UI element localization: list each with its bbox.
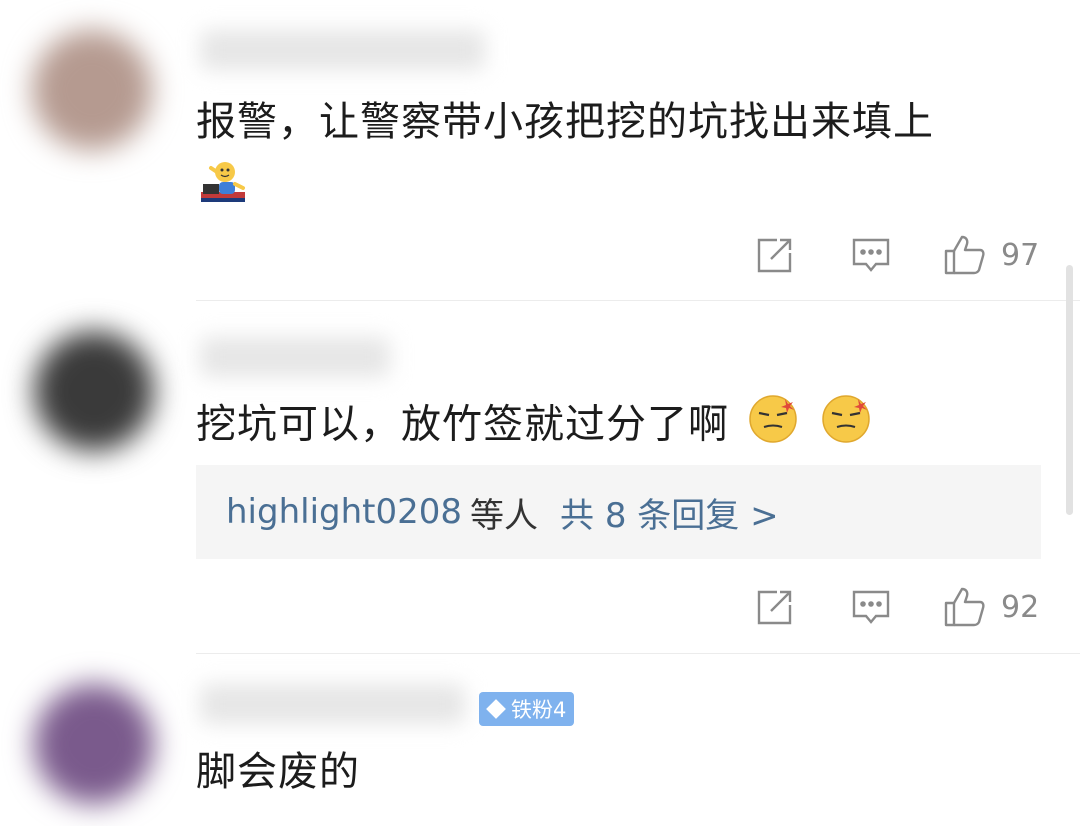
username-blurred[interactable] xyxy=(200,337,390,377)
thumbs-up-icon[interactable] xyxy=(943,585,987,629)
share-icon[interactable] xyxy=(755,587,795,627)
smirk-emoji-icon xyxy=(747,393,799,460)
view-replies-link[interactable]: 共 8 条回复 > xyxy=(560,488,779,537)
like-count: 92 xyxy=(1001,589,1040,625)
scrollbar[interactable] xyxy=(1066,265,1073,515)
smirk-emoji-icon xyxy=(820,393,872,460)
like-count: 97 xyxy=(1001,237,1040,273)
reply-others-label: 等人 xyxy=(470,495,539,536)
avatar[interactable] xyxy=(34,684,154,804)
comment-actions: 92 xyxy=(755,584,1039,630)
reply-username[interactable]: highlight0208 xyxy=(226,492,462,532)
comment-icon[interactable] xyxy=(851,587,891,627)
badge-label: 铁粉4 xyxy=(511,698,567,722)
comment-text: 挖坑可以，放竹签就过分了啊 xyxy=(196,393,872,460)
username-blurred[interactable] xyxy=(200,30,485,70)
comment-item: 挖坑可以，放竹签就过分了啊 highlight0208 等人 共 8 条回复 > xyxy=(0,301,1080,653)
reply-summary[interactable]: highlight0208 等人 共 8 条回复 > xyxy=(196,465,1041,559)
avatar[interactable] xyxy=(32,30,152,150)
comment-text: 报警，让警察带小孩把挖的坑找出来填上 xyxy=(196,99,934,145)
comment-icon[interactable] xyxy=(851,235,891,275)
share-icon[interactable] xyxy=(755,235,795,275)
comment-actions: 97 xyxy=(755,232,1039,278)
avatar[interactable] xyxy=(34,331,154,451)
comment-item: 铁粉4 脚会废的 xyxy=(0,654,1080,826)
username-blurred[interactable] xyxy=(200,684,465,724)
thumbs-up-icon[interactable] xyxy=(943,233,987,277)
comment-item: 报警，让警察带小孩把挖的坑找出来填上 97 xyxy=(0,0,1080,300)
diamond-icon xyxy=(486,699,506,719)
comment-text: 脚会废的 xyxy=(196,749,360,795)
waving-emoji-icon xyxy=(197,158,251,208)
fan-level-badge[interactable]: 铁粉4 xyxy=(479,692,575,726)
